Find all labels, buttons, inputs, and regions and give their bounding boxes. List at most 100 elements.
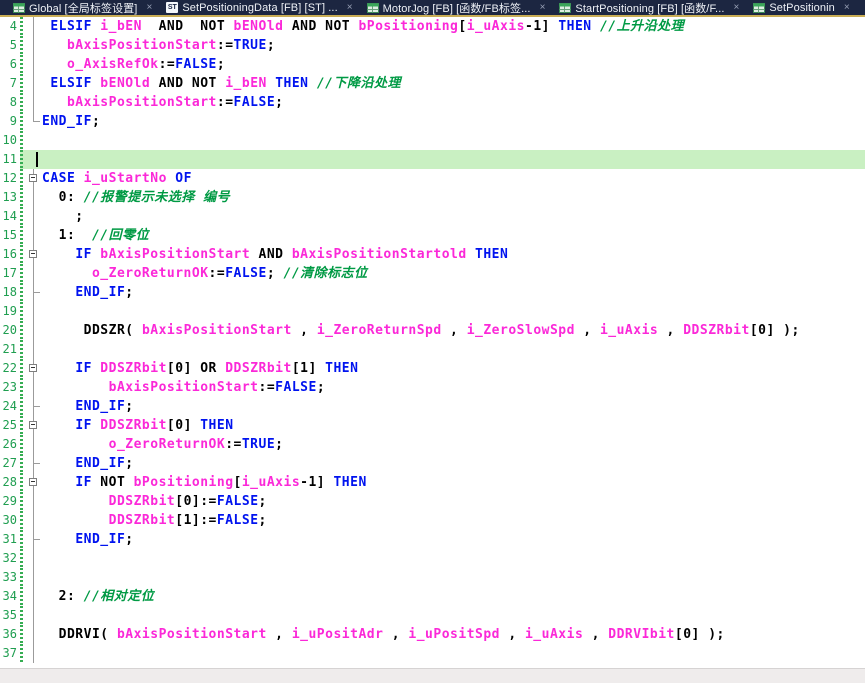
table-icon [367,3,379,13]
code-line[interactable]: 37 [0,644,865,663]
line-number: 18 [0,283,17,302]
code-editor[interactable]: 4 ELSIF i_bEN AND NOT bENOld AND NOT bPo… [0,17,865,669]
fold-margin [27,226,41,245]
fold-collapse-button[interactable] [29,174,37,182]
fold-margin [27,416,41,435]
code-line[interactable]: 8 bAxisPositionStart:=FALSE; [0,93,865,112]
close-tab-icon[interactable]: × [734,3,740,13]
change-bar [20,169,23,188]
fold-margin [27,17,41,36]
change-bar [20,112,23,131]
code-line[interactable]: 32 [0,549,865,568]
code-line[interactable]: 27 END_IF; [0,454,865,473]
tab-setpositionin[interactable]: SetPositionin [753,2,835,14]
change-bar [20,644,23,663]
code-line[interactable]: 16 IF bAxisPositionStart AND bAxisPositi… [0,245,865,264]
fold-margin [27,587,41,606]
code-line[interactable]: 33 [0,568,865,587]
code-line[interactable]: 14 ; [0,207,865,226]
code-line[interactable]: 36 DDRVI( bAxisPositionStart , i_uPositA… [0,625,865,644]
tab-label: SetPositionin [769,2,835,14]
fold-collapse-button[interactable] [29,478,37,486]
fold-margin [27,378,41,397]
code-line[interactable]: 17 o_ZeroReturnOK:=FALSE; //清除标志位 [0,264,865,283]
close-tab-icon[interactable]: × [347,3,353,13]
code-line[interactable]: 15 1: //回零位 [0,226,865,245]
code-line[interactable]: 10 [0,131,865,150]
code-text: DDRVI( bAxisPositionStart , i_uPositAdr … [42,625,725,644]
tab-setpositioningdata[interactable]: STSetPositioningData [FB] [ST] ... [166,2,337,14]
code-line[interactable]: 29 DDSZRbit[0]:=FALSE; [0,492,865,511]
code-text: ELSIF i_bEN AND NOT bENOld AND NOT bPosi… [42,17,684,36]
change-bar [20,207,23,226]
line-number: 24 [0,397,17,416]
code-line[interactable]: 22 IF DDSZRbit[0] OR DDSZRbit[1] THEN [0,359,865,378]
code-line[interactable]: 21 [0,340,865,359]
code-line[interactable]: 30 DDSZRbit[1]:=FALSE; [0,511,865,530]
line-number: 11 [0,150,17,169]
fold-collapse-button[interactable] [29,364,37,372]
code-line[interactable]: 23 bAxisPositionStart:=FALSE; [0,378,865,397]
code-line[interactable]: 20 DDSZR( bAxisPositionStart , i_ZeroRet… [0,321,865,340]
line-number: 26 [0,435,17,454]
fold-margin [27,36,41,55]
change-bar [20,473,23,492]
code-text: END_IF; [42,454,134,473]
fold-margin [27,55,41,74]
close-tab-icon[interactable]: × [540,3,546,13]
code-line[interactable]: 11 [0,150,865,169]
change-bar [20,378,23,397]
change-bar [20,264,23,283]
code-line[interactable]: 31 END_IF; [0,530,865,549]
code-line[interactable]: 5 bAxisPositionStart:=TRUE; [0,36,865,55]
tab-motorjog[interactable]: MotorJog [FB] [函数/FB标签... [367,0,531,15]
code-line[interactable]: 28 IF NOT bPositioning[i_uAxis-1] THEN [0,473,865,492]
code-line[interactable]: 7 ELSIF bENOld AND NOT i_bEN THEN //下降沿处… [0,74,865,93]
change-bar [20,435,23,454]
table-icon [13,3,25,13]
line-number: 21 [0,340,17,359]
change-bar [20,568,23,587]
current-line-highlight [20,150,865,169]
fold-collapse-button[interactable] [29,421,37,429]
code-line[interactable]: 9END_IF; [0,112,865,131]
fold-collapse-button[interactable] [29,250,37,258]
code-line[interactable]: 25 IF DDSZRbit[0] THEN [0,416,865,435]
code-text: DDSZR( bAxisPositionStart , i_ZeroReturn… [42,321,800,340]
code-text: END_IF; [42,397,134,416]
code-line[interactable]: 12CASE i_uStartNo OF [0,169,865,188]
code-text: DDSZRbit[0]:=FALSE; [42,492,267,511]
code-line[interactable]: 34 2: //相对定位 [0,587,865,606]
code-line[interactable]: 6 o_AxisRefOk:=FALSE; [0,55,865,74]
tab-global[interactable]: Global [全局标签设置] [13,0,137,15]
tab-startpositioning[interactable]: StartPositioning [FB] [函数/F... [559,0,724,15]
change-bar [20,245,23,264]
change-bar [20,17,23,36]
code-line[interactable]: 24 END_IF; [0,397,865,416]
line-number: 19 [0,302,17,321]
line-number: 16 [0,245,17,264]
line-number: 20 [0,321,17,340]
horizontal-scrollbar[interactable] [0,668,865,683]
code-text: IF bAxisPositionStart AND bAxisPositionS… [42,245,508,264]
line-number: 9 [0,112,17,131]
code-line[interactable]: 18 END_IF; [0,283,865,302]
code-text: 0: //报警提示未选择 编号 [42,188,230,207]
fold-margin [27,568,41,587]
code-line[interactable]: 26 o_ZeroReturnOK:=TRUE; [0,435,865,454]
fold-margin [27,131,41,150]
code-text: IF NOT bPositioning[i_uAxis-1] THEN [42,473,367,492]
code-line[interactable]: 35 [0,606,865,625]
code-line[interactable]: 4 ELSIF i_bEN AND NOT bENOld AND NOT bPo… [0,17,865,36]
code-line[interactable]: 19 [0,302,865,321]
change-bar [20,74,23,93]
fold-margin [27,321,41,340]
close-tab-icon[interactable]: × [146,3,152,13]
code-line[interactable]: 13 0: //报警提示未选择 编号 [0,188,865,207]
line-number: 6 [0,55,17,74]
change-bar [20,226,23,245]
fold-margin [27,511,41,530]
close-tab-icon[interactable]: × [844,3,850,13]
change-bar [20,511,23,530]
line-number: 37 [0,644,17,663]
